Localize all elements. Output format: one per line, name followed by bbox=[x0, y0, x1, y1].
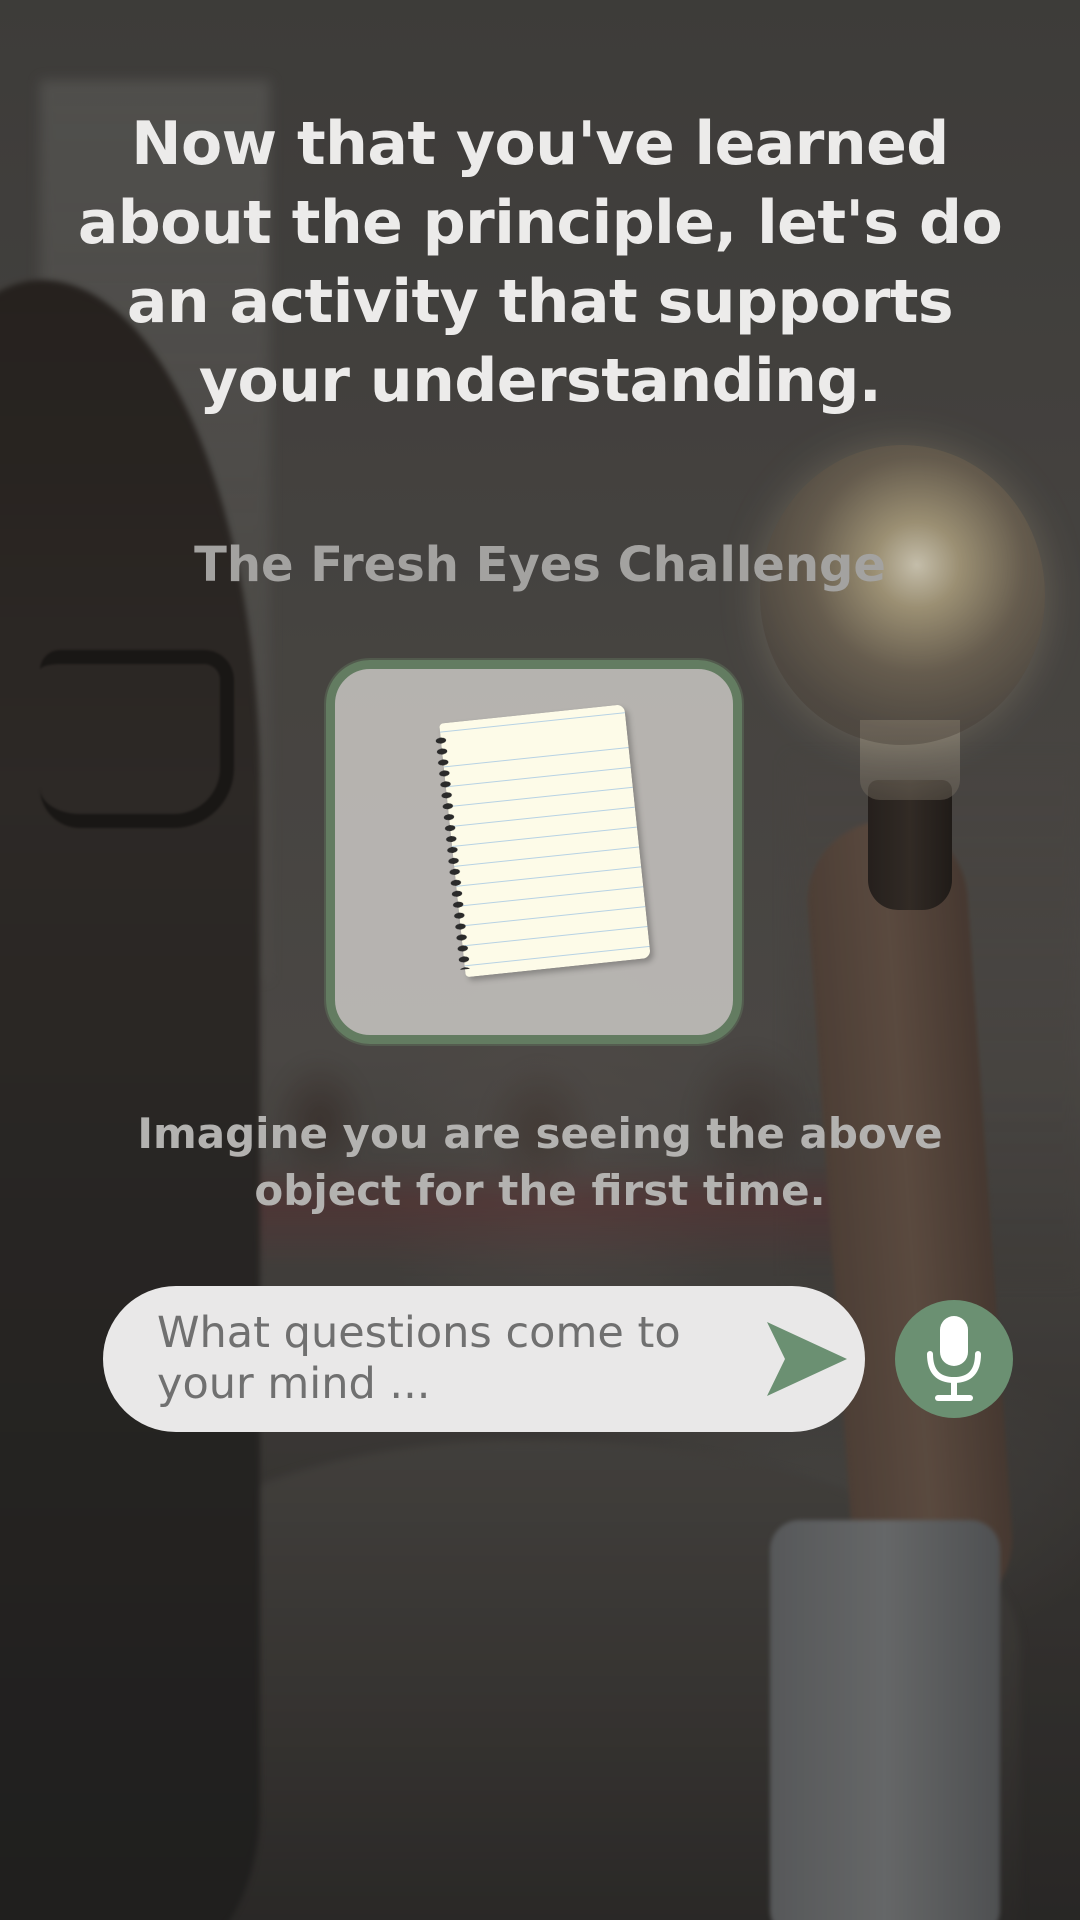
answer-input-container bbox=[103, 1286, 865, 1432]
page-title: Now that you've learned about the princi… bbox=[77, 109, 1003, 416]
activity-screen: Now that you've learned about the princi… bbox=[0, 0, 1080, 1920]
answer-input[interactable] bbox=[157, 1308, 717, 1412]
activity-prompt: Imagine you are seeing the above object … bbox=[137, 1109, 943, 1215]
send-arrow-icon bbox=[767, 1322, 847, 1396]
activity-title: The Fresh Eyes Challenge bbox=[194, 537, 886, 593]
send-button[interactable] bbox=[763, 1318, 849, 1400]
microphone-button[interactable] bbox=[895, 1300, 1013, 1418]
object-card bbox=[326, 660, 742, 1044]
notepad-icon bbox=[425, 704, 651, 979]
microphone-icon bbox=[927, 1316, 981, 1401]
